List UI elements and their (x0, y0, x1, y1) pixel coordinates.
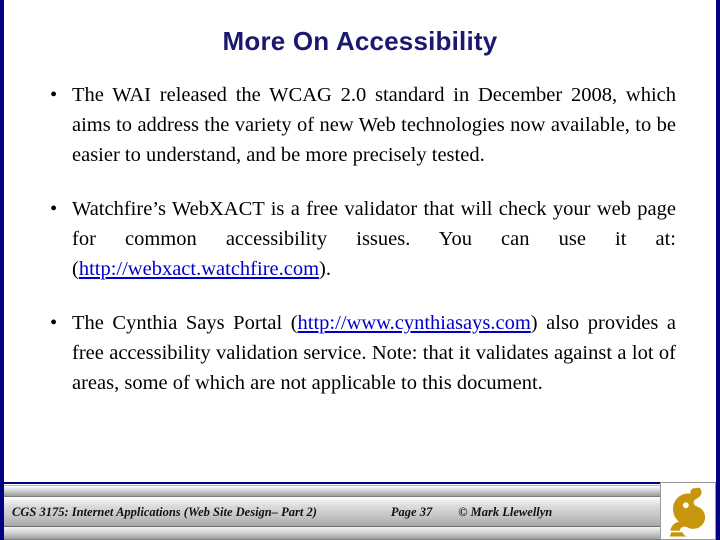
bullet-marker: • (50, 84, 58, 106)
footer-text-row: CGS 3175: Internet Applications (Web Sit… (4, 497, 716, 527)
list-item-text: Watchfire’s WebXACT is a free validator … (72, 198, 676, 280)
bullet-list: • The WAI released the WCAG 2.0 standard… (44, 80, 676, 398)
footer-course-label: CGS 3175: Internet Applications (Web Sit… (12, 504, 317, 519)
text-segment: ). (319, 258, 331, 280)
list-item: • The WAI released the WCAG 2.0 standard… (44, 80, 676, 170)
bullet-marker: • (50, 312, 58, 334)
footer-copyright: © Mark Llewellyn (458, 504, 553, 519)
footer-page-number: Page 37 (390, 504, 433, 519)
list-item-text: The Cynthia Says Portal (http://www.cynt… (72, 312, 676, 394)
list-item-text: The WAI released the WCAG 2.0 standard i… (72, 84, 676, 166)
page-title: More On Accessibility (222, 26, 498, 56)
text-segment: The Cynthia Says Portal ( (72, 312, 298, 334)
footer-top-rule (4, 482, 716, 484)
list-item: • Watchfire’s WebXACT is a free validato… (44, 194, 676, 284)
text-segment: The WAI released the WCAG 2.0 standard i… (72, 84, 676, 166)
ucf-pegasus-logo (660, 482, 716, 540)
bullet-marker: • (50, 198, 58, 220)
slide: More On Accessibility • The WAI released… (0, 0, 720, 540)
footer: CGS 3175: Internet Applications (Web Sit… (4, 482, 716, 540)
list-item: • The Cynthia Says Portal (http://www.cy… (44, 308, 676, 398)
footer-band-top (4, 485, 716, 497)
webxact-link[interactable]: http://webxact.watchfire.com (79, 258, 319, 280)
footer-band-bottom (4, 527, 716, 540)
cynthiasays-link[interactable]: http://www.cynthiasays.com (298, 312, 531, 334)
